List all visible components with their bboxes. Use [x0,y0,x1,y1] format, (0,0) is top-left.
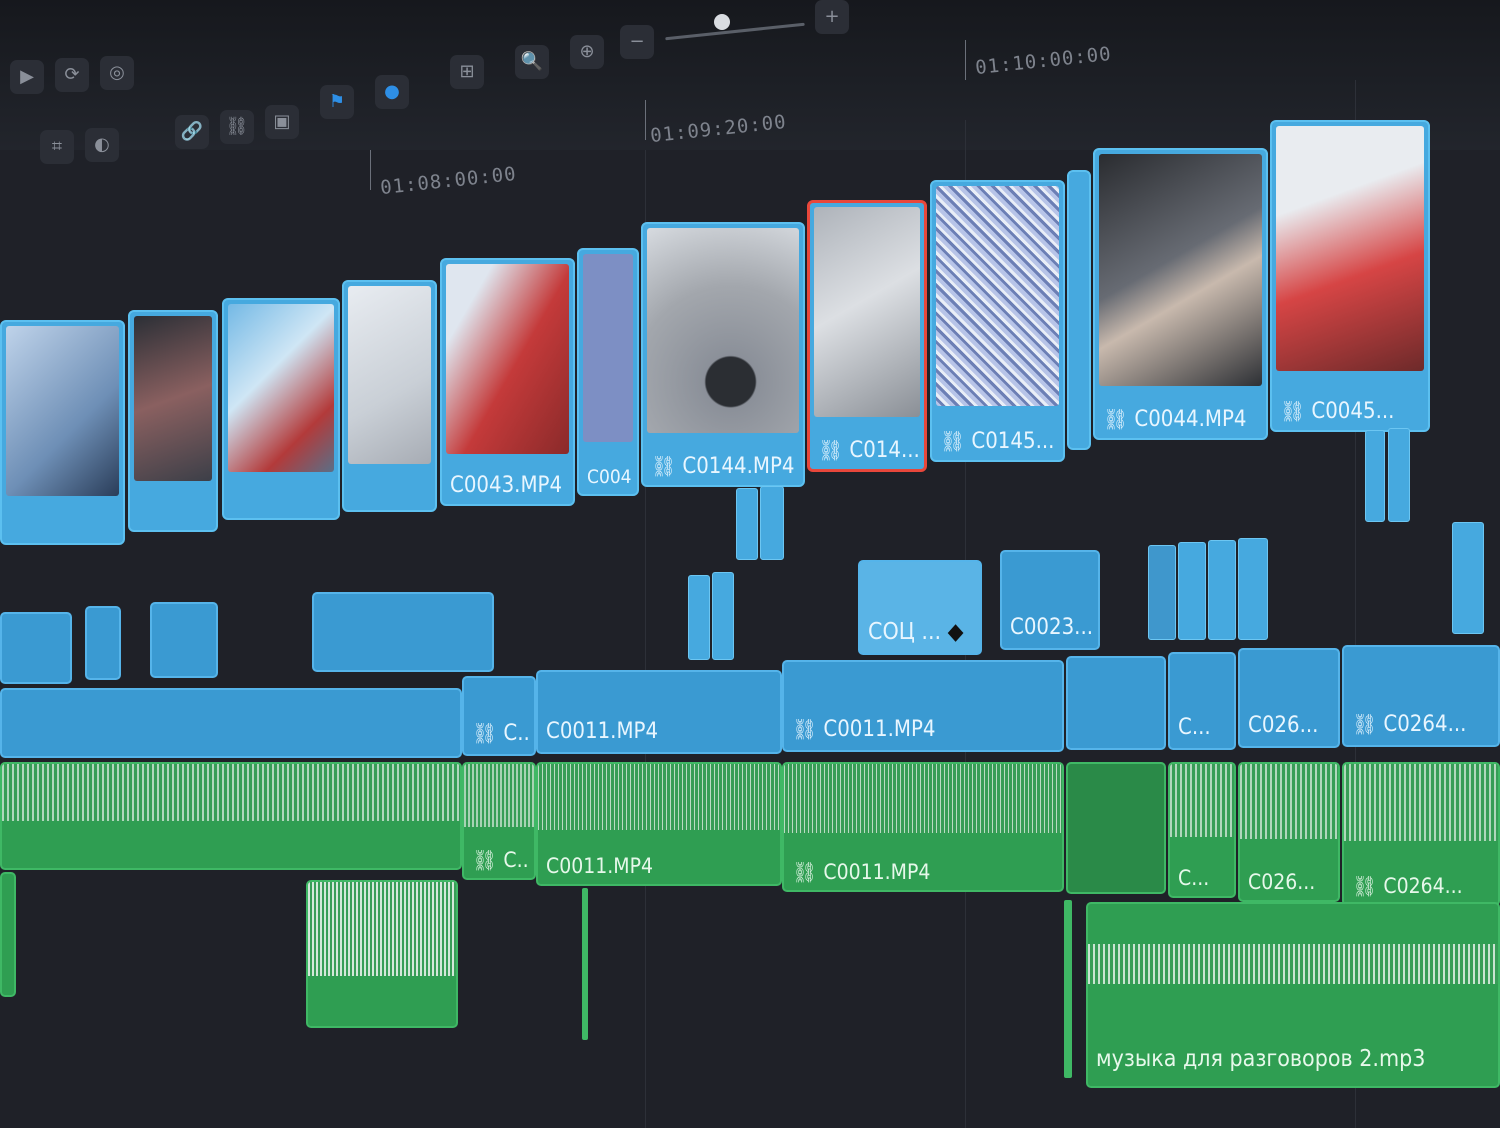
link-icon: ⛓ [792,717,818,741]
audio-waveform [464,764,534,827]
ruler-tick [370,150,371,190]
video-clip-group[interactable] [0,688,462,758]
zoom-out-icon[interactable]: ⊕ [570,35,604,69]
timecode-label: 01:08:00:00 [379,162,518,200]
video-clip[interactable] [85,606,121,680]
video-clip[interactable] [760,486,784,560]
audio-waveform [1344,764,1498,841]
loop-icon[interactable]: ⟳ [55,58,89,92]
ruler-tick [645,100,646,140]
audio-waveform [1240,764,1338,839]
video-clip[interactable] [1148,545,1176,640]
link-icon: ⛓ [472,721,498,745]
video-clip[interactable]: ⛓ C0145... [930,180,1065,462]
minus-icon[interactable]: − [620,25,654,59]
snap-icon[interactable]: ◎ [100,56,134,90]
audio-clip[interactable] [0,872,16,997]
video-clip[interactable]: C... [1168,652,1236,750]
video-clip[interactable] [1066,656,1166,750]
timecode-label: 01:09:20:00 [649,110,788,148]
video-clip-selected[interactable]: ⛓ C014... [807,200,927,472]
audio-clip[interactable]: C... [1168,762,1236,898]
video-clip[interactable]: C0023.... [1000,550,1100,650]
audio-clip[interactable] [306,880,458,1028]
zoom-slider-knob[interactable] [714,14,730,30]
audio-waveform [784,764,1062,834]
link-icon: ⛓ [651,454,677,478]
audio-clip-music[interactable]: музыка для разговоров 2.mp3 [1086,902,1500,1088]
video-clip[interactable]: C0011.MP4 [536,670,782,754]
link-icon: ⛓ [1352,712,1378,736]
video-clip[interactable]: C026... [1238,648,1340,748]
video-clip[interactable]: СОЦ ... ◆ [858,560,982,655]
audio-clip[interactable]: C0011.MP4 [536,762,782,886]
ruler-tick [965,40,966,80]
audio-waveform [308,882,456,976]
video-clip[interactable]: ⛓ C0011.MP4 [782,660,1064,752]
zoom-slider[interactable] [665,22,805,41]
audio-clip[interactable] [1064,900,1072,1078]
video-clip[interactable] [688,575,710,660]
video-clip[interactable] [128,310,218,532]
audio-clip[interactable]: ⛓C... [462,762,536,880]
zoom-fit-icon[interactable]: ⊞ [450,55,484,89]
video-clip[interactable] [222,298,340,520]
video-clip[interactable] [1452,522,1484,634]
video-clip[interactable]: C004... [577,248,639,496]
audio-clip[interactable]: C026... [1238,762,1340,902]
video-clip[interactable] [150,602,218,678]
link-icon: ⛓ [472,848,498,872]
audio-clip-group[interactable] [0,762,462,870]
video-clip[interactable]: ⛓ C0045... [1270,120,1430,432]
video-clip[interactable] [712,572,734,660]
video-clip[interactable] [1238,538,1268,640]
video-clip[interactable]: C0043.MP4 [440,258,575,506]
video-clip[interactable] [1067,170,1091,450]
video-clip[interactable] [1388,428,1410,522]
audio-clip[interactable] [1066,762,1166,894]
video-clip[interactable]: ⛓ C0044.MP4 [1093,148,1268,440]
video-clip[interactable] [342,280,437,512]
video-clip[interactable] [312,592,494,672]
video-clip[interactable] [1178,542,1206,640]
video-clip[interactable]: ⛓ C0264... [1342,645,1500,747]
link-icon: ⛓ [1280,399,1306,423]
audio-waveform [2,764,460,822]
link-icon: ⛓ [1352,874,1378,898]
video-clip[interactable] [1208,540,1236,640]
audio-waveform [1088,944,1498,984]
video-clip[interactable] [0,612,72,684]
link-icon: ⛓ [792,860,818,884]
link-icon: ⛓ [818,438,844,462]
link-icon: ⛓ [1103,407,1129,431]
audio-waveform [1170,764,1234,837]
audio-clip[interactable]: ⛓ C0264... [1342,762,1500,906]
audio-clip[interactable]: ⛓ C0011.MP4 [782,762,1064,892]
zoom-in-icon[interactable]: 🔍 [515,45,549,79]
video-clip[interactable] [1365,430,1385,522]
audio-waveform [538,764,780,830]
video-clip[interactable] [736,488,758,560]
keyframe-icon: ◆ [947,619,964,645]
video-clip[interactable]: ⛓C... [462,676,536,756]
play-icon[interactable]: ▶ [10,60,44,94]
plus-icon[interactable]: + [815,0,849,34]
link-icon: ⛓ [940,429,966,453]
video-clip[interactable] [0,320,125,545]
audio-clip[interactable] [582,888,588,1040]
video-clip[interactable]: ⛓ C0144.MP4 [641,222,805,487]
